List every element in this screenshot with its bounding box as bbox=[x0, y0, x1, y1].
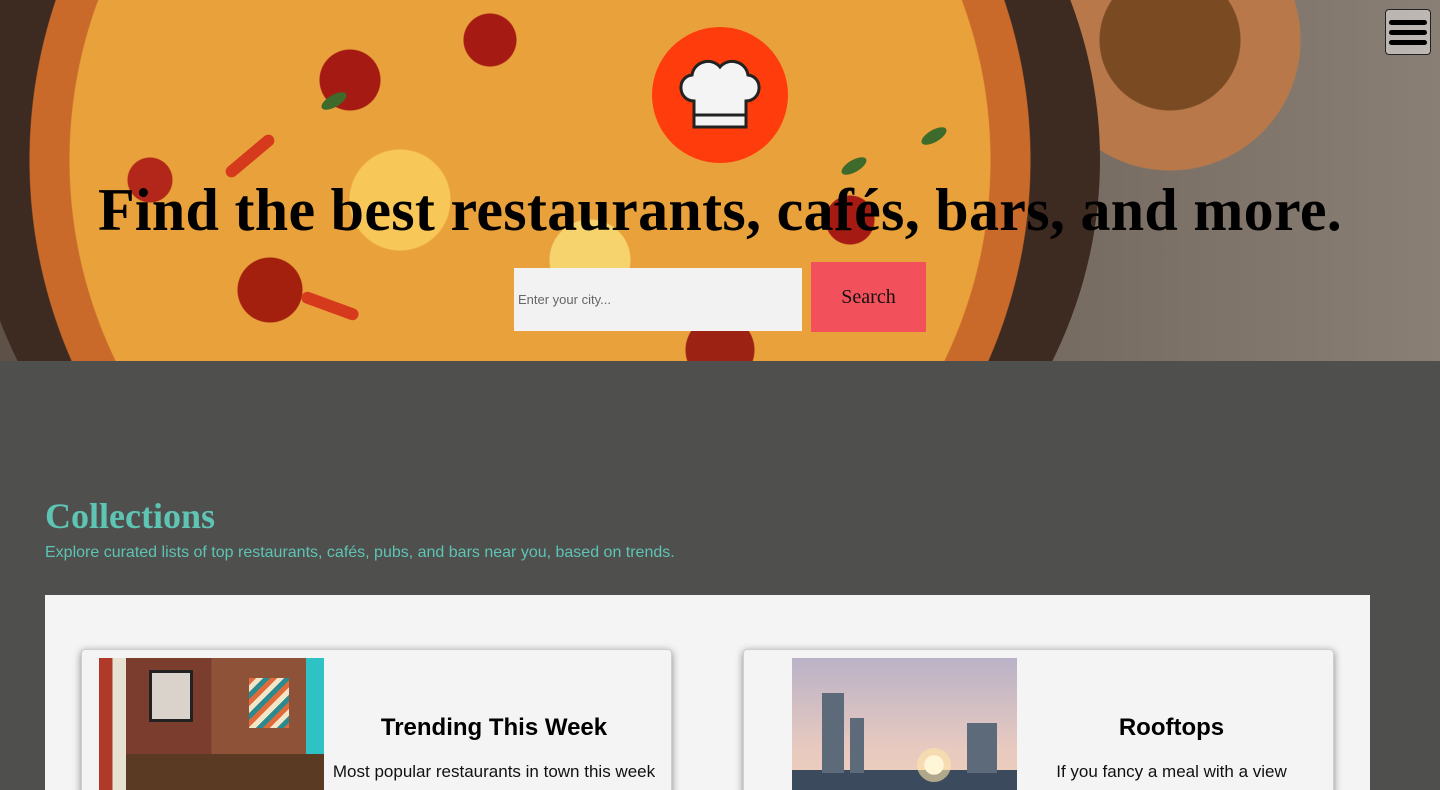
hamburger-menu-button[interactable] bbox=[1385, 9, 1431, 55]
poster-decoration bbox=[149, 670, 193, 722]
building-shape bbox=[850, 718, 864, 773]
logo[interactable] bbox=[652, 27, 788, 163]
collections-title: Collections bbox=[45, 496, 215, 536]
collection-card-trending[interactable]: Trending This Week Most popular restaura… bbox=[81, 649, 672, 790]
card-title: Trending This Week bbox=[380, 714, 608, 741]
hamburger-line bbox=[1389, 39, 1427, 45]
trending-card-image bbox=[99, 658, 324, 790]
wall-decoration bbox=[249, 678, 289, 728]
card-description: Most popular restaurants in town this we… bbox=[332, 762, 656, 781]
collections-subtitle: Explore curated lists of top restaurants… bbox=[45, 544, 675, 561]
card-description: If you fancy a meal with a view bbox=[1056, 762, 1287, 781]
chef-hat-icon bbox=[679, 59, 761, 129]
card-title: Rooftops bbox=[1118, 714, 1225, 741]
sun-shape bbox=[917, 748, 951, 782]
collection-card-rooftops[interactable]: Rooftops If you fancy a meal with a view bbox=[743, 649, 1334, 790]
hero-title: Find the best restaurants, cafés, bars, … bbox=[97, 177, 1343, 243]
rooftops-card-image bbox=[792, 658, 1017, 790]
hamburger-menu-icon bbox=[1389, 19, 1427, 25]
hero-banner: Find the best restaurants, cafés, bars, … bbox=[0, 0, 1440, 361]
building-shape bbox=[967, 723, 997, 773]
search-button[interactable]: Search bbox=[811, 262, 926, 332]
city-search-input[interactable] bbox=[514, 268, 802, 331]
hamburger-line bbox=[1389, 29, 1427, 35]
building-shape bbox=[822, 693, 844, 773]
